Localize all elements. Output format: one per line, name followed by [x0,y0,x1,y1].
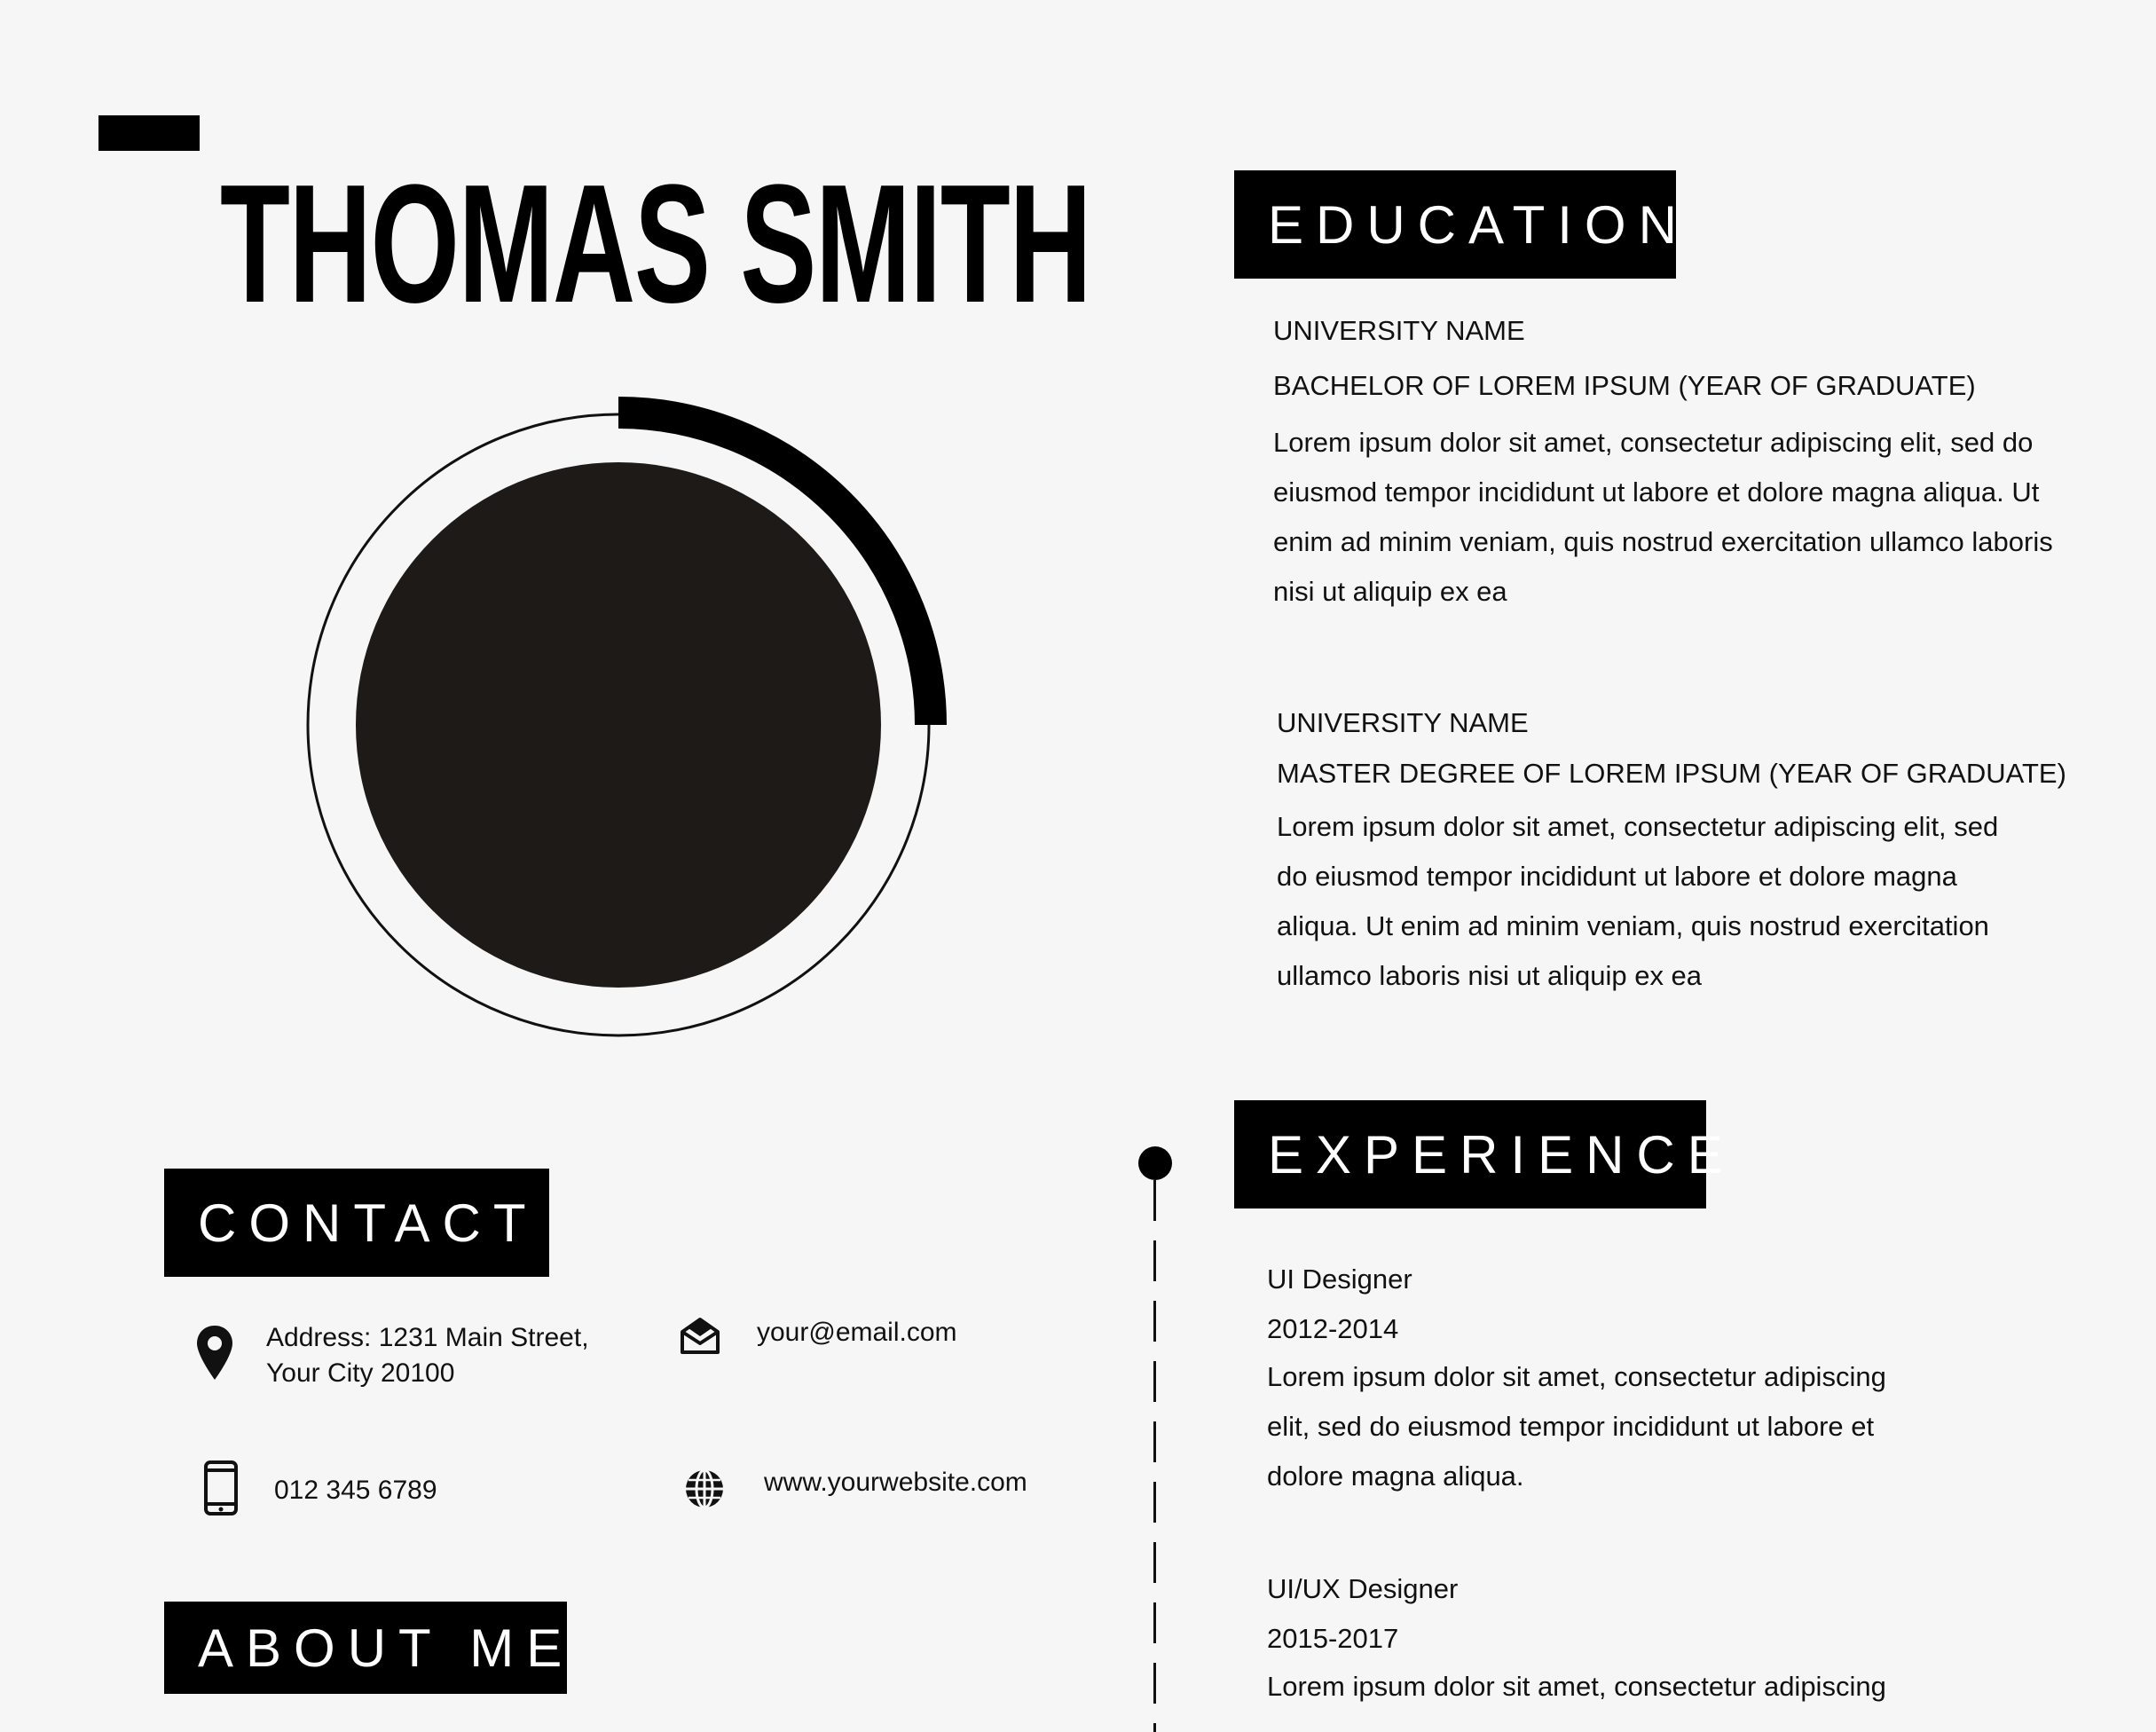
photo-placeholder [356,462,881,988]
globe-icon [683,1468,726,1510]
contact-website[interactable]: www.yourwebsite.com [764,1465,1027,1500]
accent-bar [98,115,200,151]
education-line: aliqua. Ut enim ad minim veniam, quis no… [1277,910,1989,941]
about-heading-label: ABOUT ME [198,1618,575,1678]
experience-description: Lorem ipsum dolor sit amet, consectetur … [1267,1352,2066,1501]
experience-line: dolore magna aliqua. [1267,1460,1524,1492]
about-heading: ABOUT ME [164,1602,567,1694]
timeline-dot [1138,1146,1172,1180]
contact-heading-label: CONTACT [198,1193,539,1253]
timeline-line [1153,1180,1156,1732]
education-line: Lorem ipsum dolor sit amet, consectetur … [1277,811,1999,842]
education-school: UNIVERSITY NAME [1273,315,1525,346]
contact-address-line: Address: 1231 Main Street, [266,1323,589,1352]
education-line: eiusmod tempor incididunt ut labore et d… [1273,476,2040,508]
contact-address: Address: 1231 Main Street, Your City 201… [266,1320,589,1391]
contact-address-line: Your City 20100 [266,1358,455,1388]
mobile-phone-icon [203,1460,239,1516]
education-line: do eiusmod tempor incididunt ut labore e… [1277,861,1957,892]
experience-description: Lorem ipsum dolor sit amet, consectetur … [1267,1662,2066,1712]
education-heading-label: EDUCATION [1268,194,1689,255]
experience-line: elit, sed do eiusmod tempor incididunt u… [1267,1411,1875,1442]
experience-role: UI Designer [1267,1264,1412,1295]
profile-photo-graphic [306,397,947,1037]
education-line: ullamco laboris nisi ut aliquip ex ea [1277,960,1703,991]
experience-role: UI/UX Designer [1267,1573,1459,1604]
experience-line: Lorem ipsum dolor sit amet, consectetur … [1267,1361,1886,1392]
envelope-icon [680,1316,720,1355]
education-line: nisi ut aliquip ex ea [1273,576,1507,607]
location-pin-icon [194,1324,235,1382]
education-line: enim ad minim veniam, quis nostrud exerc… [1273,526,2053,557]
experience-heading-label: EXPERIENCE [1268,1124,1735,1185]
education-line: Lorem ipsum dolor sit amet, consectetur … [1273,427,2034,458]
contact-phone: 012 345 6789 [274,1476,437,1505]
education-degree: BACHELOR OF LOREM IPSUM (YEAR OF GRADUAT… [1273,370,1976,401]
experience-line: Lorem ipsum dolor sit amet, consectetur … [1267,1671,1886,1702]
contact-heading: CONTACT [164,1169,549,1277]
profile-photo [302,390,958,1047]
experience-years: 2012-2014 [1267,1313,1399,1344]
education-description: Lorem ipsum dolor sit amet, consectetur … [1277,802,2093,1001]
contact-email[interactable]: your@email.com [757,1315,957,1350]
education-school: UNIVERSITY NAME [1277,707,1529,738]
experience-years: 2015-2017 [1267,1623,1399,1654]
resume-name: THOMAS SMITH [220,150,1092,338]
education-degree: MASTER DEGREE OF LOREM IPSUM (YEAR OF GR… [1277,758,2066,789]
education-heading: EDUCATION [1234,170,1677,279]
education-description: Lorem ipsum dolor sit amet, consectetur … [1273,418,2089,617]
experience-heading: EXPERIENCE [1234,1100,1723,1208]
